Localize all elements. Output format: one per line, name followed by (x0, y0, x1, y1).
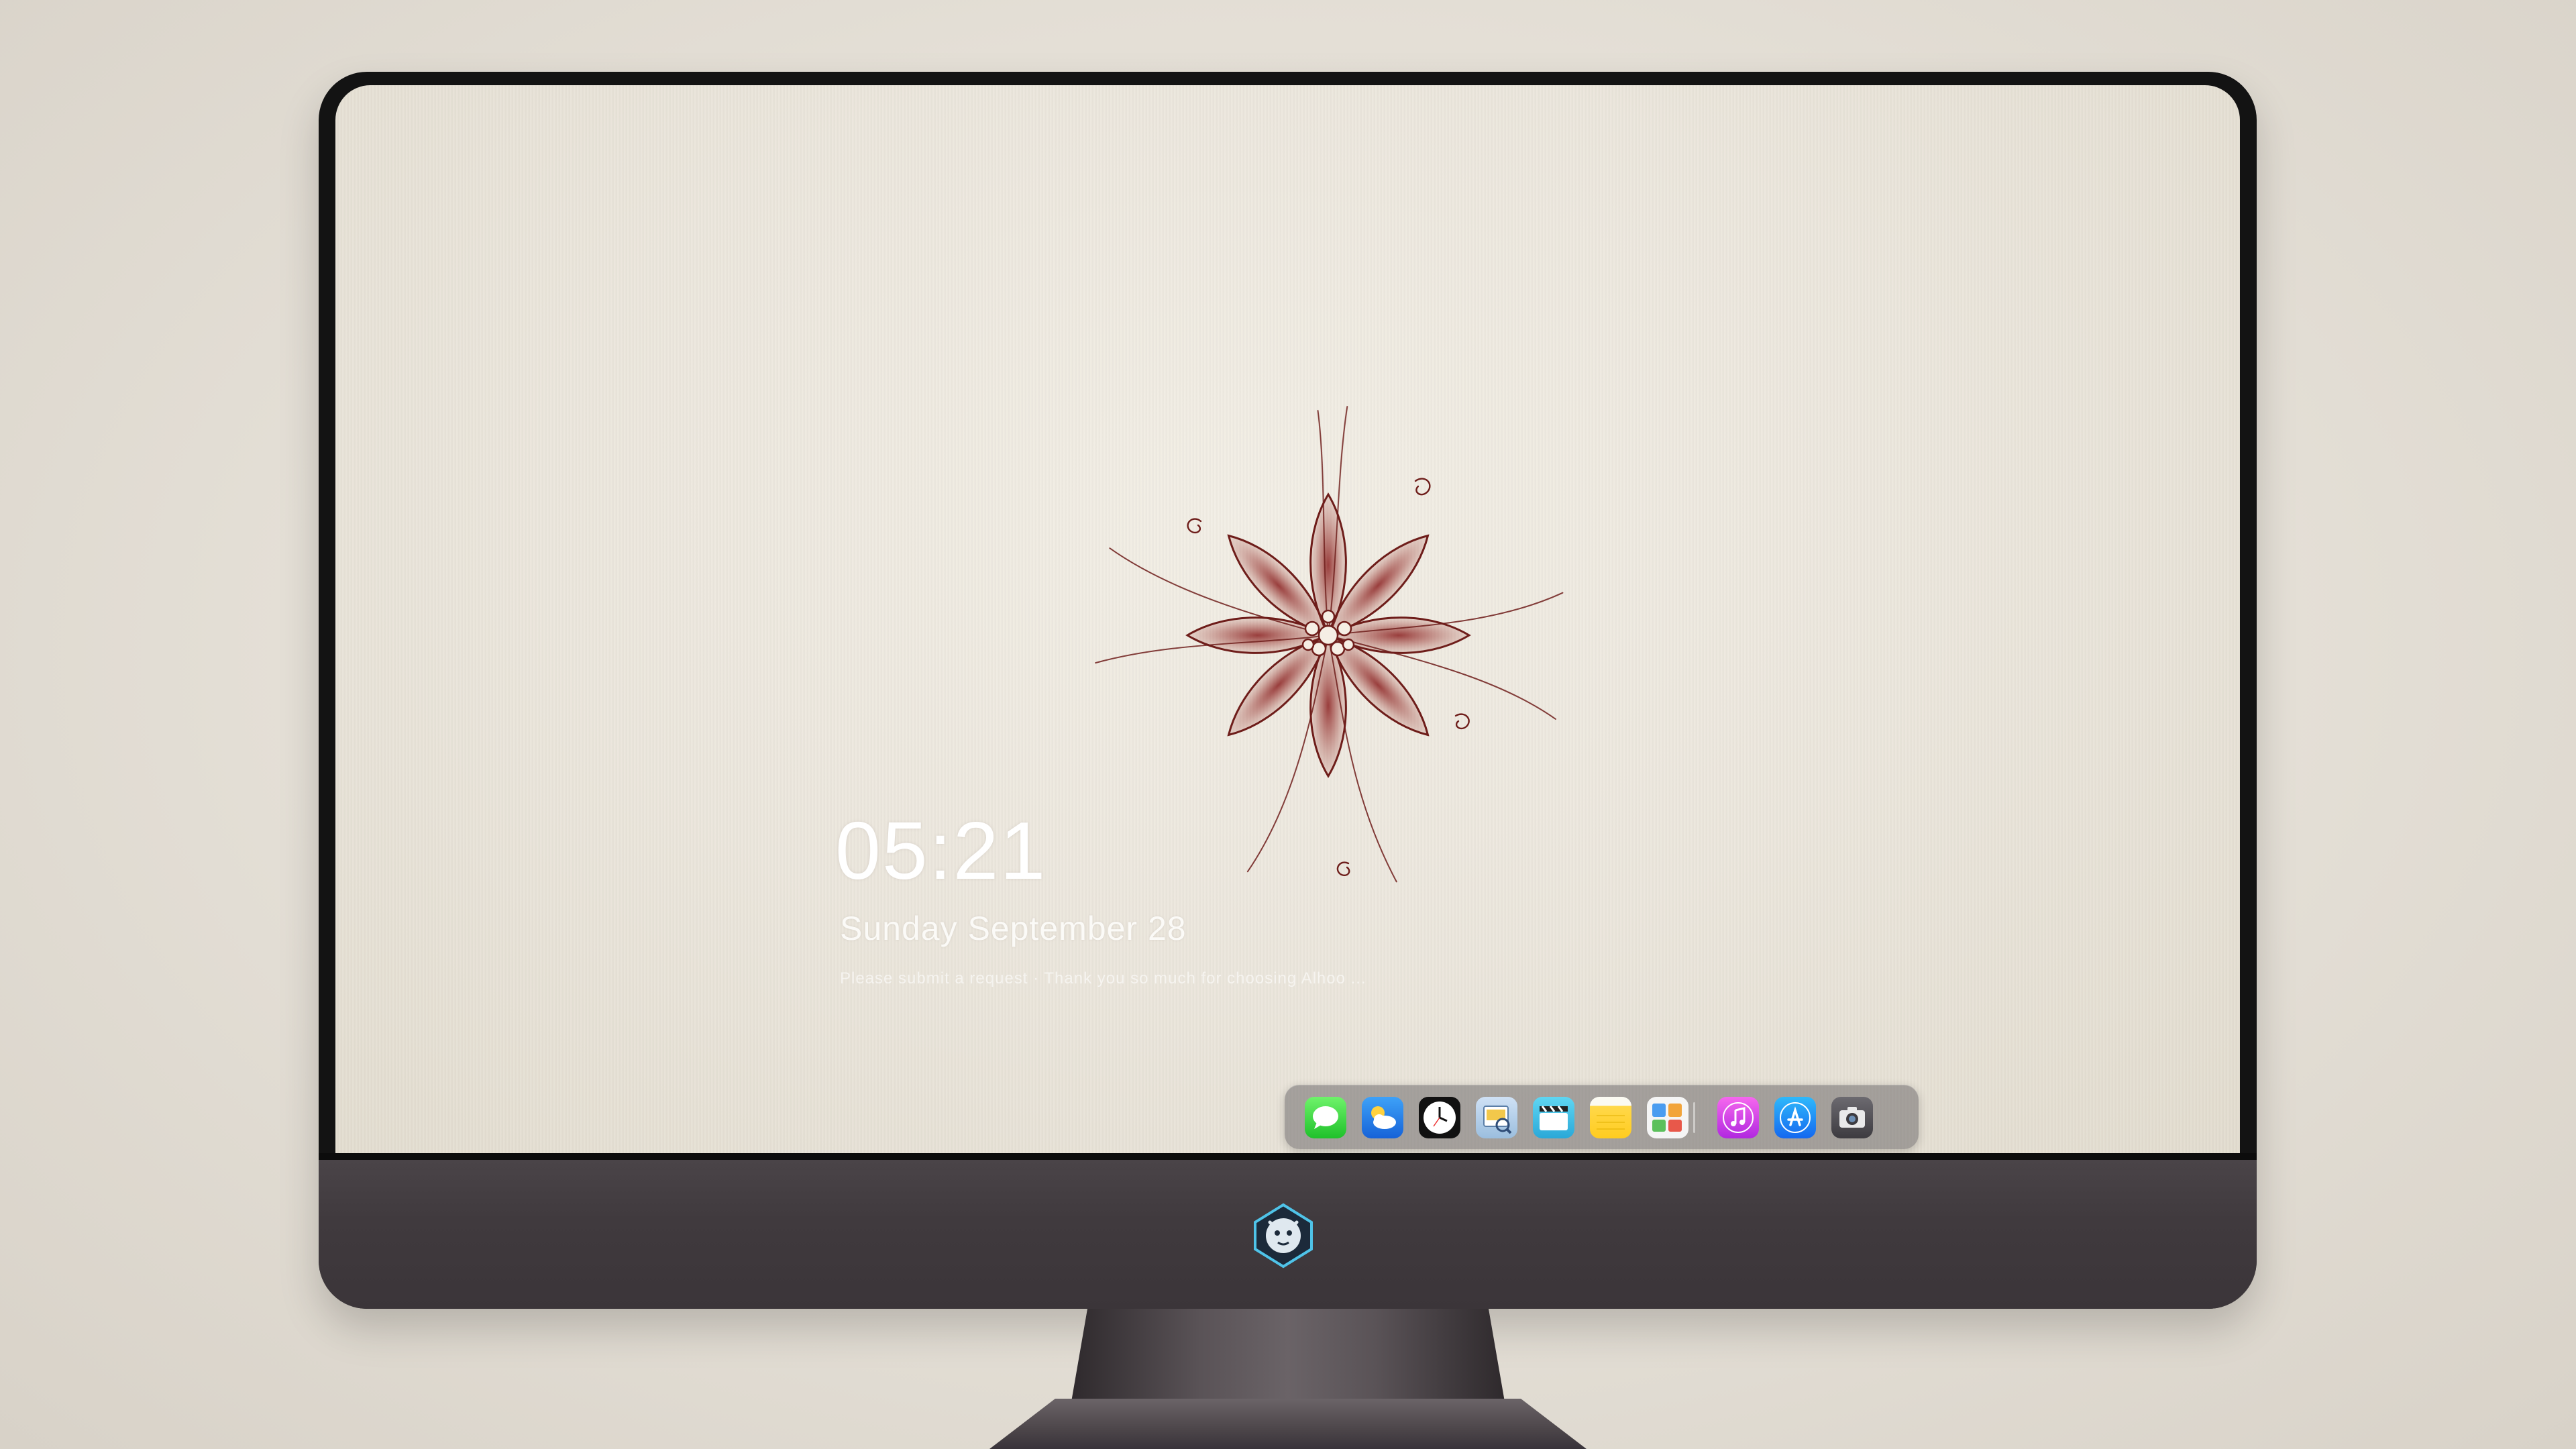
monitor: 05:21 Sunday September 28 Please submit … (319, 72, 2257, 1309)
monitor-chin (319, 1153, 2257, 1309)
preview-icon[interactable] (1476, 1097, 1517, 1138)
monitor-stand-neck (1070, 1309, 1506, 1409)
desktop-screen: 05:21 Sunday September 28 Please submit … (335, 85, 2240, 1157)
notes-icon[interactable] (1590, 1097, 1631, 1138)
messages-icon[interactable] (1305, 1097, 1346, 1138)
flower-illustration (1095, 406, 1564, 883)
clock-date: Sunday September 28 (840, 910, 1187, 947)
clock-time: 05:21 (835, 805, 1047, 896)
app-store-icon[interactable] (1774, 1097, 1816, 1138)
camera-icon[interactable] (1831, 1097, 1873, 1138)
clapperboard-icon[interactable] (1533, 1097, 1574, 1138)
brand-logo-icon (1254, 1203, 1313, 1269)
clock-icon[interactable] (1419, 1097, 1460, 1138)
dock (1285, 1085, 1919, 1149)
monitor-stand-base (989, 1399, 1587, 1449)
music-note-icon[interactable] (1717, 1097, 1759, 1138)
dock-divider (1693, 1102, 1695, 1133)
photos-icon[interactable] (1647, 1097, 1688, 1138)
clock-quote: Please submit a request · Thank you so m… (840, 969, 1366, 987)
weather-icon[interactable] (1362, 1097, 1403, 1138)
